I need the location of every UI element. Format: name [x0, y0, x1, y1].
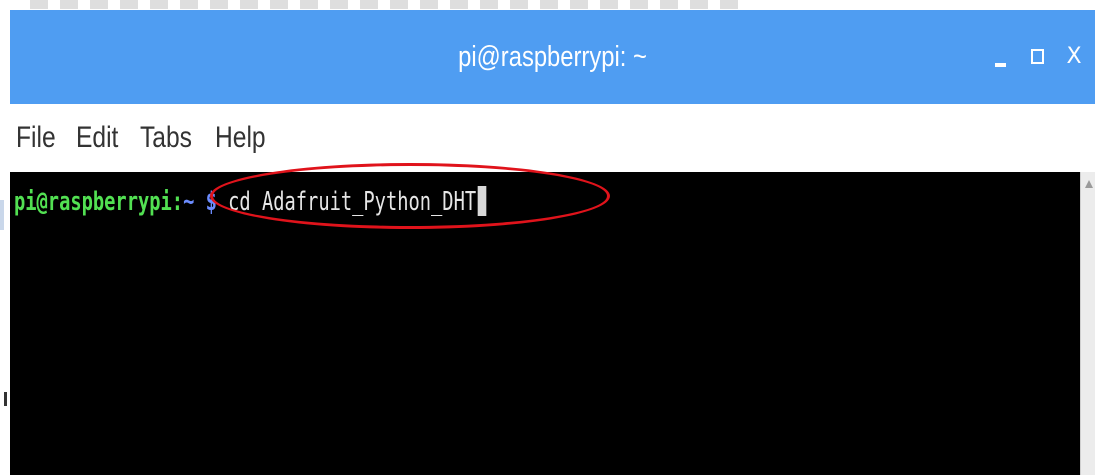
- terminal-area[interactable]: pi@raspberrypi:~ $ cd Adafruit_Python_DH…: [10, 172, 1080, 475]
- screen: pi@raspberrypi: ~ X File Edit Tabs Help …: [0, 0, 1095, 475]
- prompt-separator: :: [171, 187, 184, 217]
- prompt-user: pi@raspberrypi: [14, 187, 172, 217]
- terminal-window: pi@raspberrypi: ~ X File Edit Tabs Help …: [10, 10, 1095, 475]
- close-icon[interactable]: X: [1059, 37, 1089, 77]
- maximize-icon[interactable]: [1023, 37, 1053, 77]
- window-controls: X: [987, 10, 1095, 104]
- menu-edit[interactable]: Edit: [76, 121, 118, 155]
- left-edge-marker: [0, 200, 4, 230]
- prompt-path: ~: [183, 187, 195, 217]
- menu-file[interactable]: File: [16, 121, 56, 155]
- titlebar[interactable]: pi@raspberrypi: ~ X: [10, 10, 1095, 104]
- background-remnant: [30, 0, 750, 9]
- menu-help[interactable]: Help: [215, 121, 266, 155]
- window-title: pi@raspberrypi: ~: [458, 41, 647, 73]
- command-line: pi@raspberrypi:~ $ cd Adafruit_Python_DH…: [14, 184, 487, 220]
- minimize-icon[interactable]: [987, 37, 1017, 77]
- vertical-scrollbar[interactable]: [1080, 172, 1095, 475]
- text-cursor: [477, 186, 487, 216]
- menu-tabs[interactable]: Tabs: [140, 121, 192, 155]
- left-edge-dot: [4, 392, 7, 406]
- command-text: cd Adafruit_Python_DHT: [228, 187, 477, 217]
- prompt-symbol: $: [205, 187, 217, 217]
- menubar: File Edit Tabs Help: [10, 104, 1095, 172]
- scroll-up-icon[interactable]: [1085, 180, 1093, 188]
